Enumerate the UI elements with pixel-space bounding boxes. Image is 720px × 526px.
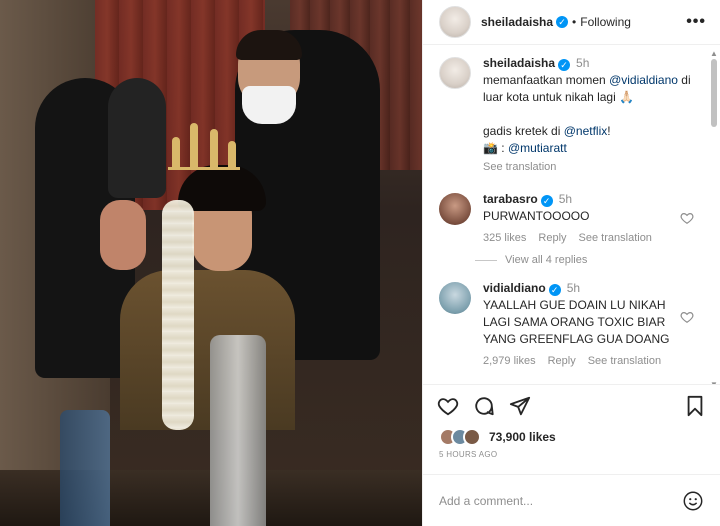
mention-link[interactable]: @mutiaratt	[508, 141, 567, 155]
caption-text-part: !	[607, 124, 611, 138]
header-separator: •	[572, 15, 577, 29]
author-username[interactable]: sheiladaisha	[481, 15, 553, 29]
comment-like-heart-icon[interactable]	[680, 211, 694, 225]
photo-bottle-blue	[60, 410, 110, 526]
likes-summary[interactable]: 73,900 likes	[423, 426, 720, 448]
scroll-down-arrow-icon[interactable]: ▼	[710, 380, 718, 384]
comment-text: PURWANTOOOOO	[483, 209, 590, 223]
post-header: sheiladaisha ✓ • Following •••	[423, 0, 720, 45]
like-heart-icon[interactable]	[437, 395, 459, 417]
replies-divider	[475, 259, 497, 261]
comment-time[interactable]: 5h	[559, 192, 572, 206]
caption-avatar[interactable]	[439, 57, 471, 89]
caption-time[interactable]: 5h	[576, 56, 589, 70]
verified-badge-icon: ✓	[558, 59, 571, 71]
verified-badge-icon: ✓	[556, 16, 569, 28]
more-options-icon[interactable]: •••	[686, 13, 706, 31]
comment-time[interactable]: 5h	[567, 281, 580, 295]
save-bookmark-icon[interactable]	[684, 395, 706, 417]
caption-username[interactable]: sheiladaisha	[483, 56, 555, 70]
add-comment-input[interactable]	[439, 493, 682, 508]
caption-credit: 📸 : @mutiaratt	[483, 140, 704, 157]
caption-text-second: gadis kretek di @netflix!	[483, 123, 704, 140]
view-replies-button[interactable]: View all 4 replies	[475, 254, 704, 266]
commenter-username[interactable]: vidialdiano	[483, 281, 546, 295]
post-viewer: sheiladaisha ✓ • Following ••• ▲ ▼ sheil…	[0, 0, 720, 526]
comments-section[interactable]: ▲ ▼ sheiladaisha✓5h memanfaatkan momen @…	[423, 45, 720, 384]
camera-credit: 📸 :	[483, 141, 508, 155]
caption-text-part: memanfaatkan momen	[483, 73, 610, 87]
photo-bottle	[210, 335, 266, 526]
comment-row: tarabasro ✓ 5h PURWANTOOOOO 325 likes Repl…	[439, 191, 704, 244]
comment-text: YAALLAH GUE DOAIN LU NIKAH LAGI SAMA ORA…	[483, 298, 670, 346]
comments-scrollbar[interactable]: ▲ ▼	[710, 49, 718, 384]
comment-likes[interactable]: 2,979 likes	[483, 355, 536, 367]
caption-text: memanfaatkan momen @vidialdiano di luar …	[483, 72, 704, 106]
share-send-icon[interactable]	[509, 395, 531, 417]
see-translation-link[interactable]: See translation	[483, 161, 556, 173]
liker-avatar	[463, 428, 481, 446]
reply-button[interactable]: Reply	[538, 232, 566, 244]
post-time-ago[interactable]: 5 HOURS AGO	[423, 448, 720, 464]
reply-button[interactable]: Reply	[548, 355, 576, 367]
comment-likes[interactable]: 325 likes	[483, 232, 526, 244]
following-button[interactable]: Following	[580, 15, 631, 29]
liker-avatars	[439, 428, 481, 446]
photo-bride-crown	[168, 118, 240, 170]
view-replies-label[interactable]: View all 4 replies	[505, 254, 587, 266]
mention-link[interactable]: @vidialdiano	[609, 73, 678, 87]
photo-bride-dress	[120, 270, 295, 430]
likes-count[interactable]: 73,900 likes	[489, 430, 556, 444]
scrollbar-thumb[interactable]	[711, 59, 717, 127]
post-photo[interactable]	[0, 0, 422, 526]
photo-hand	[100, 200, 146, 270]
scroll-up-arrow-icon[interactable]: ▲	[710, 49, 718, 58]
comment-bubble-icon[interactable]	[473, 395, 495, 417]
emoji-icon[interactable]	[682, 490, 704, 512]
commenter-username[interactable]: tarabasro	[483, 192, 538, 206]
comment-row: vidialdiano ✓ 5h YAALLAH GUE DOAIN LU NIKA…	[439, 280, 704, 367]
caption-text-part: gadis kretek di	[483, 124, 564, 138]
post-actions-bar	[423, 384, 720, 426]
photo-jasmine-garland	[162, 200, 194, 430]
post-side-panel: sheiladaisha ✓ • Following ••• ▲ ▼ sheil…	[422, 0, 720, 526]
caption-row: sheiladaisha ✓ 5h memanfaatkan momen @vidi…	[439, 55, 704, 173]
photo-person-hijab-second	[108, 78, 166, 198]
verified-badge-icon: ✓	[540, 195, 553, 207]
mention-link[interactable]: @netflix	[564, 124, 608, 138]
comment-like-heart-icon[interactable]	[680, 310, 694, 324]
see-translation-link[interactable]: See translation	[579, 232, 652, 244]
photo-face-mask	[242, 86, 296, 124]
verified-badge-icon: ✓	[548, 284, 561, 296]
commenter-avatar[interactable]	[439, 282, 471, 314]
photo-person-hair	[236, 30, 302, 60]
author-avatar[interactable]	[439, 6, 471, 38]
see-translation-link[interactable]: See translation	[588, 355, 661, 367]
add-comment-bar	[423, 474, 720, 526]
commenter-avatar[interactable]	[439, 193, 471, 225]
